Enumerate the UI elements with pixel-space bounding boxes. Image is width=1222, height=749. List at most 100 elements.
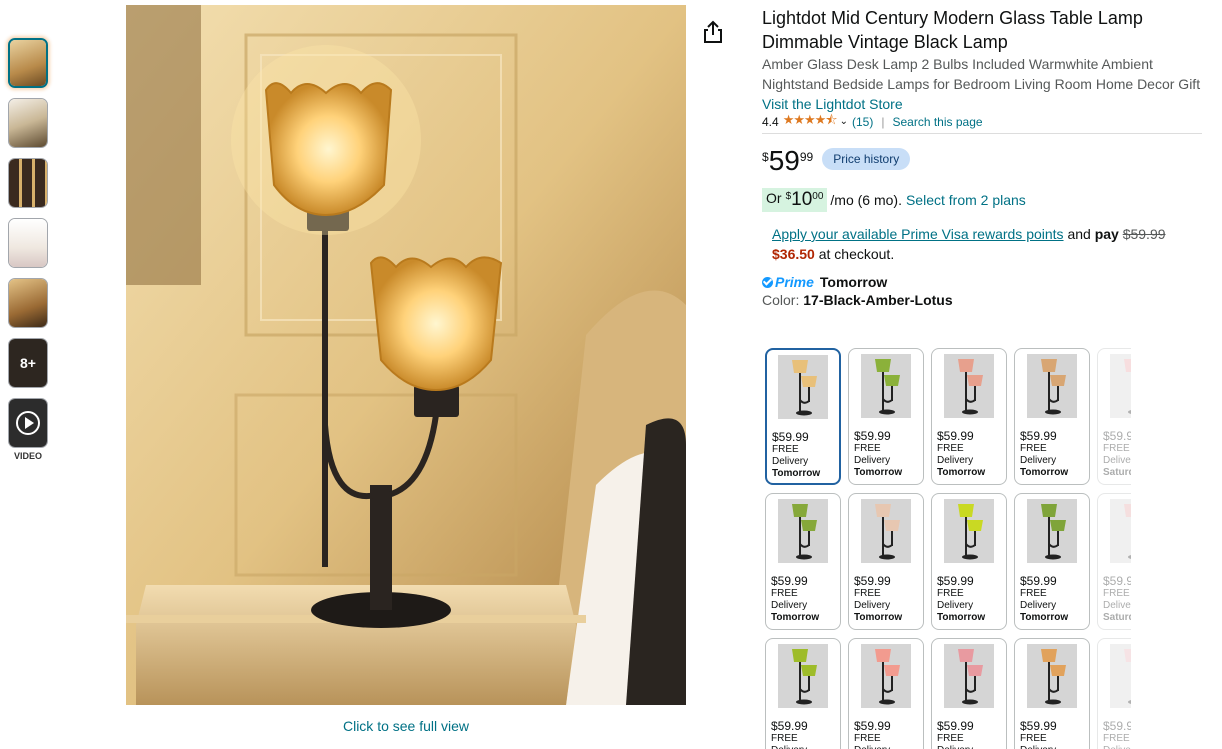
color-swatch[interactable]: $59.99FREE DeliveryTomorrow — [1014, 493, 1090, 630]
play-icon — [16, 411, 40, 435]
swatch-delivery-date: Tomorrow — [771, 612, 820, 623]
color-swatch[interactable]: $59.99FREE DeliveryTomorrow 4 — [848, 638, 924, 749]
visa-pay: pay — [1094, 226, 1119, 242]
swatch-image — [944, 644, 994, 708]
select-plans-link[interactable]: Select from 2 plans — [906, 192, 1026, 208]
color-swatch[interactable]: $59.99FREE DeliveryTomorrow — [765, 348, 841, 485]
thumbnail-video[interactable] — [8, 398, 48, 448]
thumbnail-2[interactable] — [8, 98, 48, 148]
swatch-delivery-date: Tomorrow — [1020, 467, 1069, 478]
color-swatch[interactable]: $59.99FREE DeliverySaturday — [931, 638, 1007, 749]
more-images-count: 8+ — [9, 339, 47, 387]
swatch-image — [944, 499, 994, 563]
thumbnail-image — [9, 99, 47, 147]
swatch-image — [944, 354, 994, 418]
star-rating-icon[interactable]: ★★★★⯪ — [783, 111, 838, 133]
color-swatch[interactable]: $59.99FREE DeliverySaturday — [1097, 493, 1131, 630]
swatch-price: $59.99 — [1020, 719, 1057, 733]
swatch-delivery-date: Saturday — [1103, 612, 1131, 623]
swatch-price: $59.99 — [1103, 574, 1131, 588]
swatch-price: $59.99 — [854, 574, 891, 588]
swatch-delivery-date: Saturday — [1103, 467, 1131, 478]
color-swatch[interactable]: $59.99FREE DeliveryTomorrow — [848, 348, 924, 485]
thumbnail-image — [9, 219, 47, 267]
color-swatch[interactable]: $59.99FREE DeliveryTomorrow — [1014, 348, 1090, 485]
prime-visa-offer: Apply your available Prime Visa rewards … — [772, 224, 1202, 264]
swatch-price: $59.99 — [1103, 429, 1131, 443]
swatch-delivery: FREE Delivery — [771, 588, 808, 611]
swatch-price: $59.99 — [937, 719, 974, 733]
full-view-link[interactable]: Click to see full view — [126, 718, 686, 734]
thumbnail-more[interactable]: 8+ — [8, 338, 48, 388]
thumbnail-image — [10, 40, 46, 86]
price-fraction: 99 — [799, 150, 814, 164]
color-swatch[interactable]: $59.99FREE DeliveryTomorrow — [765, 493, 841, 630]
color-swatch[interactable]: $59.99FREE DeliveryTomorrow — [765, 638, 841, 749]
visa-old-price: $59.99 — [1122, 226, 1166, 242]
chevron-down-icon[interactable]: ⌄ — [840, 116, 848, 127]
price-history-button[interactable]: Price history — [822, 148, 911, 170]
swatch-price: $59.99 — [854, 719, 891, 733]
swatch-image — [778, 499, 828, 563]
thumbnail-5[interactable] — [8, 278, 48, 328]
monthly-term: /mo (6 mo). — [830, 192, 902, 208]
color-selection: Color: 17-Black-Amber-Lotus — [762, 292, 1202, 312]
swatch-delivery: FREE Delivery — [1103, 733, 1131, 749]
thumbnail-3[interactable] — [8, 158, 48, 208]
divider: | — [881, 114, 885, 129]
swatch-price: $59.99 — [771, 719, 808, 733]
color-label: Color: — [762, 292, 800, 308]
review-count-link[interactable]: (15) — [852, 115, 873, 129]
product-title: Lightdot Mid Century Modern Glass Table … — [762, 8, 1143, 52]
swatch-delivery: FREE Delivery — [854, 443, 891, 466]
swatch-delivery: FREE Delivery — [1020, 588, 1057, 611]
swatch-price: $59.99 — [771, 574, 808, 588]
swatch-image — [1027, 644, 1077, 708]
monthly-fraction: 00 — [812, 191, 824, 202]
swatch-image — [861, 354, 911, 418]
swatch-price: $59.99 — [1020, 429, 1057, 443]
thumbnail-4[interactable] — [8, 218, 48, 268]
swatch-image — [1110, 499, 1131, 563]
product-subtitle: Amber Glass Desk Lamp 2 Bulbs Included W… — [762, 56, 1201, 92]
swatch-delivery: FREE Delivery — [771, 733, 807, 749]
visa-new-price: $36.50 — [772, 246, 815, 262]
swatch-delivery: FREE Delivery — [1103, 443, 1131, 466]
monthly-whole: 10 — [791, 189, 813, 210]
swatch-image — [1027, 354, 1077, 418]
swatch-delivery: FREE Delivery — [1020, 443, 1057, 466]
price-currency: $ — [762, 150, 769, 164]
main-product-image[interactable] — [126, 5, 686, 705]
product-info: Lightdot Mid Century Modern Glass Table … — [762, 6, 1202, 312]
color-swatch[interactable]: $59.99FREE DeliverySaturday — [1097, 638, 1131, 749]
monthly-prefix: Or — [766, 190, 782, 206]
swatch-delivery: FREE Delivery — [937, 588, 974, 611]
thumbnail-1[interactable] — [8, 38, 48, 88]
color-swatch[interactable]: $59.99FREE DeliveryTomorrow — [931, 493, 1007, 630]
color-swatch[interactable]: $59.99FREE DeliverySaturday — [1097, 348, 1131, 485]
thumbnail-image — [9, 279, 47, 327]
swatch-price: $59.99 — [937, 574, 974, 588]
swatch-delivery-date: Tomorrow — [854, 467, 903, 478]
price-whole: 59 — [768, 145, 800, 176]
prime-delivery: Prime Tomorrow — [762, 272, 1202, 292]
color-swatch-grid: $59.99 FREE Delivery Tomorrow $59.99 FREE De… — [765, 348, 1131, 749]
prime-logo: Prime — [775, 274, 814, 290]
swatch-image — [778, 644, 828, 708]
share-icon[interactable] — [702, 20, 724, 44]
swatch-image — [1110, 644, 1131, 708]
thumbnail-image — [9, 159, 47, 207]
swatch-price: $59.99 — [1020, 574, 1057, 588]
swatch-delivery-date: Tomorrow — [1020, 612, 1069, 623]
swatch-delivery: FREE Delivery — [937, 443, 974, 466]
rating-value: 4.4 — [762, 114, 779, 129]
lamp-photo — [126, 5, 686, 705]
color-swatch[interactable]: $59.99FREE DeliveryTomorrow — [931, 348, 1007, 485]
swatch-image — [1110, 354, 1131, 418]
color-swatch[interactable]: $59.99FREE DeliverySaturday — [1014, 638, 1090, 749]
price-row: $ 59 99 Price history — [762, 146, 1202, 182]
swatch-delivery-date: Tomorrow — [937, 612, 986, 623]
color-swatch[interactable]: $59.99FREE DeliveryTomorrow — [848, 493, 924, 630]
prime-visa-link[interactable]: Apply your available Prime Visa rewards … — [772, 226, 1064, 242]
search-page-link[interactable]: Search this page — [892, 115, 982, 129]
